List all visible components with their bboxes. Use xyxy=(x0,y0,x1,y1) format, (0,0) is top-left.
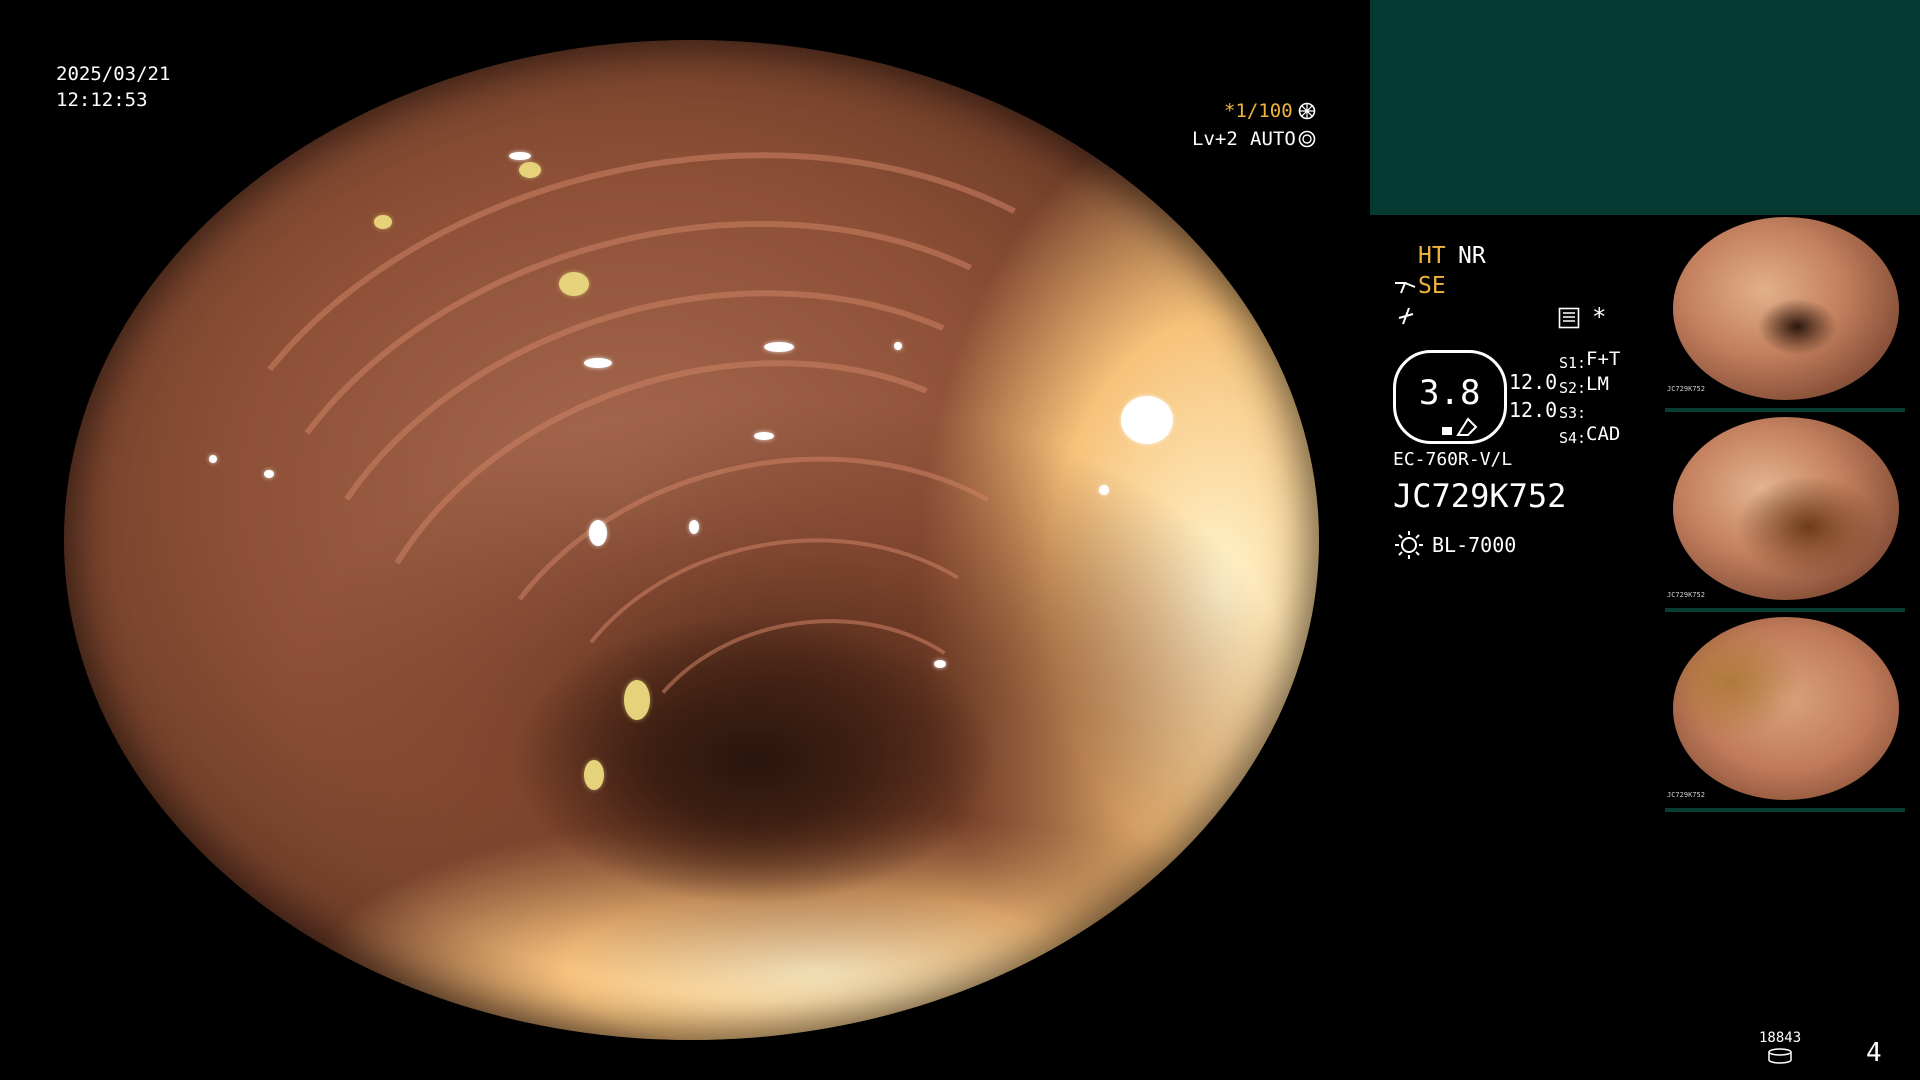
se-indicator: SE xyxy=(1418,273,1446,299)
thumbnail-serial: JC729K752 xyxy=(1667,385,1705,393)
scope-model: EC-760R-V/L xyxy=(1393,449,1513,470)
iris-icon xyxy=(1298,130,1316,148)
capture-thumbnail[interactable]: JC729K752 xyxy=(1665,215,1905,412)
s1-value: F+T xyxy=(1586,348,1621,370)
endoscope-live-view xyxy=(64,40,1319,1040)
record-list-icon xyxy=(1558,307,1580,329)
s4-label: S4: xyxy=(1559,429,1587,447)
auto-mode: AUTO xyxy=(1250,128,1296,150)
storage-count: 18843 xyxy=(1759,1030,1802,1046)
thumbnail-serial: JC729K752 xyxy=(1667,791,1705,799)
s1-label: S1: xyxy=(1559,354,1587,372)
shutter-speed: *1/100 xyxy=(1224,100,1293,122)
zoom-value: 3.8 xyxy=(1419,373,1481,413)
shutter-icon xyxy=(1298,102,1316,120)
s2-label: S2: xyxy=(1559,379,1587,397)
light-source-icon xyxy=(1394,530,1424,560)
asterisk-indicator: * xyxy=(1592,303,1607,331)
capture-thumbnail[interactable]: JC729K752 xyxy=(1665,415,1905,612)
page-number: 4 xyxy=(1866,1038,1882,1068)
value-two: 12.0 xyxy=(1509,398,1558,422)
capture-thumbnail[interactable]: JC729K752 xyxy=(1665,615,1905,812)
color-tone-icon xyxy=(1395,306,1417,326)
scope-tip-icon xyxy=(1440,413,1480,437)
s3-label: S3: xyxy=(1559,404,1587,422)
ht-indicator: HT xyxy=(1418,243,1446,269)
scope-serial: JC729K752 xyxy=(1393,477,1567,515)
light-source-model: BL-7000 xyxy=(1432,533,1517,557)
time-label: 12:12:53 xyxy=(56,89,148,111)
structure-enhance-icon xyxy=(1393,277,1417,297)
info-panel-top xyxy=(1370,0,1920,215)
date-label: 2025/03/21 xyxy=(56,63,171,85)
thumbnail-serial: JC729K752 xyxy=(1667,591,1705,599)
nr-indicator: NR xyxy=(1458,243,1486,269)
s4-value: CAD xyxy=(1586,423,1621,445)
brightness-level: Lv+2 xyxy=(1192,128,1238,150)
s2-value: LM xyxy=(1586,373,1609,395)
storage-icon xyxy=(1767,1048,1793,1064)
value-one: 12.0 xyxy=(1509,370,1558,394)
